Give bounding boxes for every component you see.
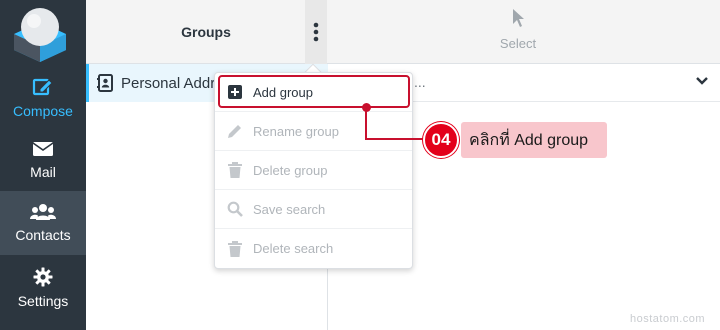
list-toolbar: Select — [328, 0, 720, 64]
annotation-dot — [362, 103, 371, 112]
menu-item-label: Delete search — [253, 241, 334, 256]
nav-contacts-label: Contacts — [15, 227, 71, 243]
menu-item-rename-group[interactable]: Rename group — [215, 112, 412, 151]
menu-item-label: Rename group — [253, 123, 339, 139]
nav-settings[interactable]: Settings — [0, 256, 86, 320]
annotation-connector — [365, 138, 427, 140]
pencil-icon — [228, 125, 241, 138]
step-number-badge: 04 — [423, 122, 459, 158]
compose-icon — [32, 78, 53, 96]
list-row-text: ... — [414, 74, 426, 90]
menu-item-delete-group[interactable]: Delete group — [215, 151, 412, 190]
menu-item-label: Save search — [253, 201, 326, 217]
app-logo — [0, 0, 86, 66]
menu-item-delete-search[interactable]: Delete search — [215, 229, 412, 268]
nav-mail-label: Mail — [30, 164, 56, 180]
select-button[interactable]: Select — [478, 8, 558, 58]
nav-settings-label: Settings — [17, 293, 69, 309]
nav-contacts[interactable]: Contacts — [0, 191, 86, 255]
groups-header: Groups — [86, 0, 328, 64]
chevron-down-icon[interactable] — [696, 76, 708, 86]
nav-compose-label: Compose — [13, 103, 73, 119]
menu-item-label: Delete group — [253, 162, 328, 178]
gear-icon — [33, 267, 53, 287]
kebab-menu-icon — [313, 22, 319, 42]
search-icon — [227, 201, 243, 217]
groups-options-button[interactable] — [305, 0, 327, 64]
sidebar: Compose Mail Contacts Settings — [0, 0, 86, 330]
menu-item-save-search[interactable]: Save search — [215, 190, 412, 229]
select-label: Select — [499, 36, 537, 51]
annotation-callout: คลิกที่ Add group — [461, 122, 607, 158]
watermark: hostatom.com — [630, 313, 706, 325]
nav-mail[interactable]: Mail — [0, 128, 86, 192]
address-book-icon — [97, 74, 113, 92]
mail-icon — [32, 142, 54, 156]
groups-title: Groups — [181, 24, 231, 40]
cursor-pointer-icon — [513, 9, 524, 27]
annotation-highlight — [218, 75, 410, 108]
contacts-icon — [30, 204, 56, 220]
nav-compose[interactable]: Compose — [0, 66, 86, 130]
trash-icon — [228, 162, 242, 178]
trash-icon — [228, 240, 242, 257]
